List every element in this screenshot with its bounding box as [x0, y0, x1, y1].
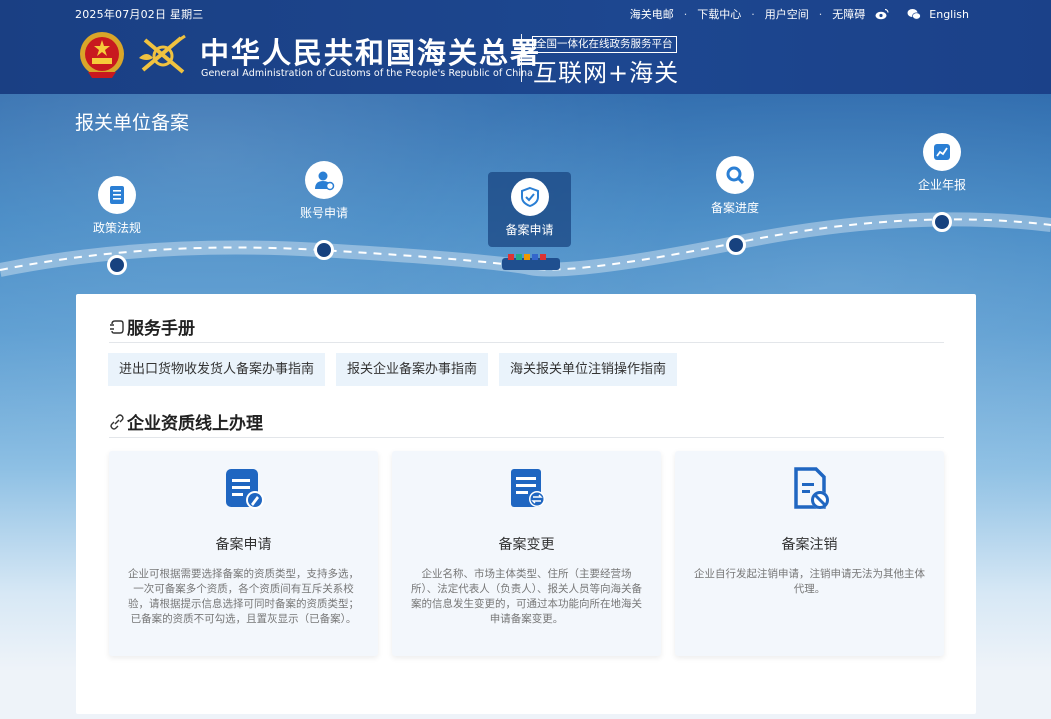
tile-filing-apply[interactable]: 备案申请 企业可根据需要选择备案的资质类型，支持多选，一次可备案多个资质，各个资…	[109, 451, 378, 656]
tile-title: 备案变更	[392, 534, 661, 554]
page-title: 报关单位备案	[75, 108, 189, 135]
customs-logo-icon	[137, 30, 189, 82]
step-label: 备案进度	[706, 199, 764, 216]
handbook-icon	[109, 319, 125, 335]
step-dot-5	[932, 212, 952, 232]
separator: ·	[819, 8, 823, 21]
manual-title-text: 服务手册	[127, 314, 195, 339]
online-title-text: 企业资质线上办理	[127, 409, 263, 434]
shield-check-icon	[519, 186, 541, 208]
step-apply[interactable]: 备案申请	[488, 172, 571, 247]
link-english[interactable]: English	[929, 8, 969, 21]
step-policy[interactable]: 政策法规	[88, 176, 146, 236]
tile-description: 企业自行发起注销申请，注销申请无法为其他主体代理。	[693, 567, 926, 597]
guide-deregistration[interactable]: 海关报关单位注销操作指南	[499, 353, 677, 386]
section-divider	[109, 342, 944, 343]
link-icon	[109, 414, 125, 430]
manual-section-title: 服务手册	[109, 314, 195, 339]
separator: ·	[751, 8, 755, 21]
step-circle	[511, 178, 549, 216]
step-dot-4	[726, 235, 746, 255]
online-section-title: 企业资质线上办理	[109, 409, 263, 434]
change-document-icon	[503, 465, 551, 513]
step-label: 企业年报	[913, 176, 971, 193]
link-email[interactable]: 海关电邮	[630, 6, 674, 22]
step-circle	[923, 133, 961, 171]
step-circle	[305, 161, 343, 199]
divider	[521, 34, 522, 82]
site-title-cn: 中华人民共和国海关总署	[200, 30, 541, 72]
site-header: 2025年07月02日 星期三 海关电邮 · 下载中心 · 用户空间 · 无障碍…	[0, 0, 1051, 94]
step-account[interactable]: 账号申请	[295, 161, 353, 221]
tile-description: 企业名称、市场主体类型、住所（主要经营场所）、法定代表人（负责人）、报关人员等向…	[410, 567, 643, 627]
national-emblem-icon	[78, 30, 126, 80]
step-circle	[716, 156, 754, 194]
step-dot-1	[107, 255, 127, 275]
step-label: 账号申请	[295, 204, 353, 221]
tile-title: 备案注销	[675, 534, 944, 554]
top-links: 海关电邮 · 下载中心 · 用户空间 · 无障碍 English	[630, 6, 969, 22]
guide-list: 进出口货物收发货人备案办事指南 报关企业备案办事指南 海关报关单位注销操作指南	[108, 353, 677, 386]
user-gear-icon	[313, 169, 335, 191]
apply-document-icon	[220, 465, 268, 513]
section-divider	[109, 437, 944, 438]
tile-description: 企业可根据需要选择备案的资质类型，支持多选，一次可备案多个资质，各个资质间有互斥…	[127, 567, 360, 627]
tile-title: 备案申请	[109, 534, 378, 554]
guide-import-export[interactable]: 进出口货物收发货人备案办事指南	[108, 353, 325, 386]
magnifier-icon	[724, 164, 746, 186]
service-tiles: 备案申请 企业可根据需要选择备案的资质类型，支持多选，一次可备案多个资质，各个资…	[109, 451, 944, 656]
step-label: 政策法规	[88, 219, 146, 236]
step-dot-2	[314, 240, 334, 260]
link-download[interactable]: 下载中心	[697, 6, 741, 22]
weibo-icon[interactable]	[875, 8, 889, 20]
platform-title: 互联网+海关	[533, 53, 679, 88]
step-circle	[98, 176, 136, 214]
link-user-space[interactable]: 用户空间	[765, 6, 809, 22]
current-date: 2025年07月02日 星期三	[75, 6, 203, 22]
step-progress[interactable]: 备案进度	[706, 156, 764, 216]
separator: ·	[684, 8, 688, 21]
guide-customs-broker[interactable]: 报关企业备案办事指南	[336, 353, 488, 386]
tile-filing-change[interactable]: 备案变更 企业名称、市场主体类型、住所（主要经营场所）、法定代表人（负责人）、报…	[392, 451, 661, 656]
step-annual-report[interactable]: 企业年报	[913, 133, 971, 193]
link-accessibility[interactable]: 无障碍	[832, 6, 865, 22]
platform-subtitle: 全国一体化在线政务服务平台	[532, 36, 677, 53]
step-label: 备案申请	[488, 221, 571, 238]
list-icon	[106, 184, 128, 206]
chart-icon	[931, 141, 953, 163]
main-card: 服务手册 进出口货物收发货人备案办事指南 报关企业备案办事指南 海关报关单位注销…	[76, 294, 976, 714]
cancel-document-icon	[786, 465, 834, 513]
site-title-en: General Administration of Customs of the…	[201, 68, 533, 79]
wechat-icon[interactable]	[907, 8, 921, 20]
tile-filing-cancel[interactable]: 备案注销 企业自行发起注销申请，注销申请无法为其他主体代理。	[675, 451, 944, 656]
